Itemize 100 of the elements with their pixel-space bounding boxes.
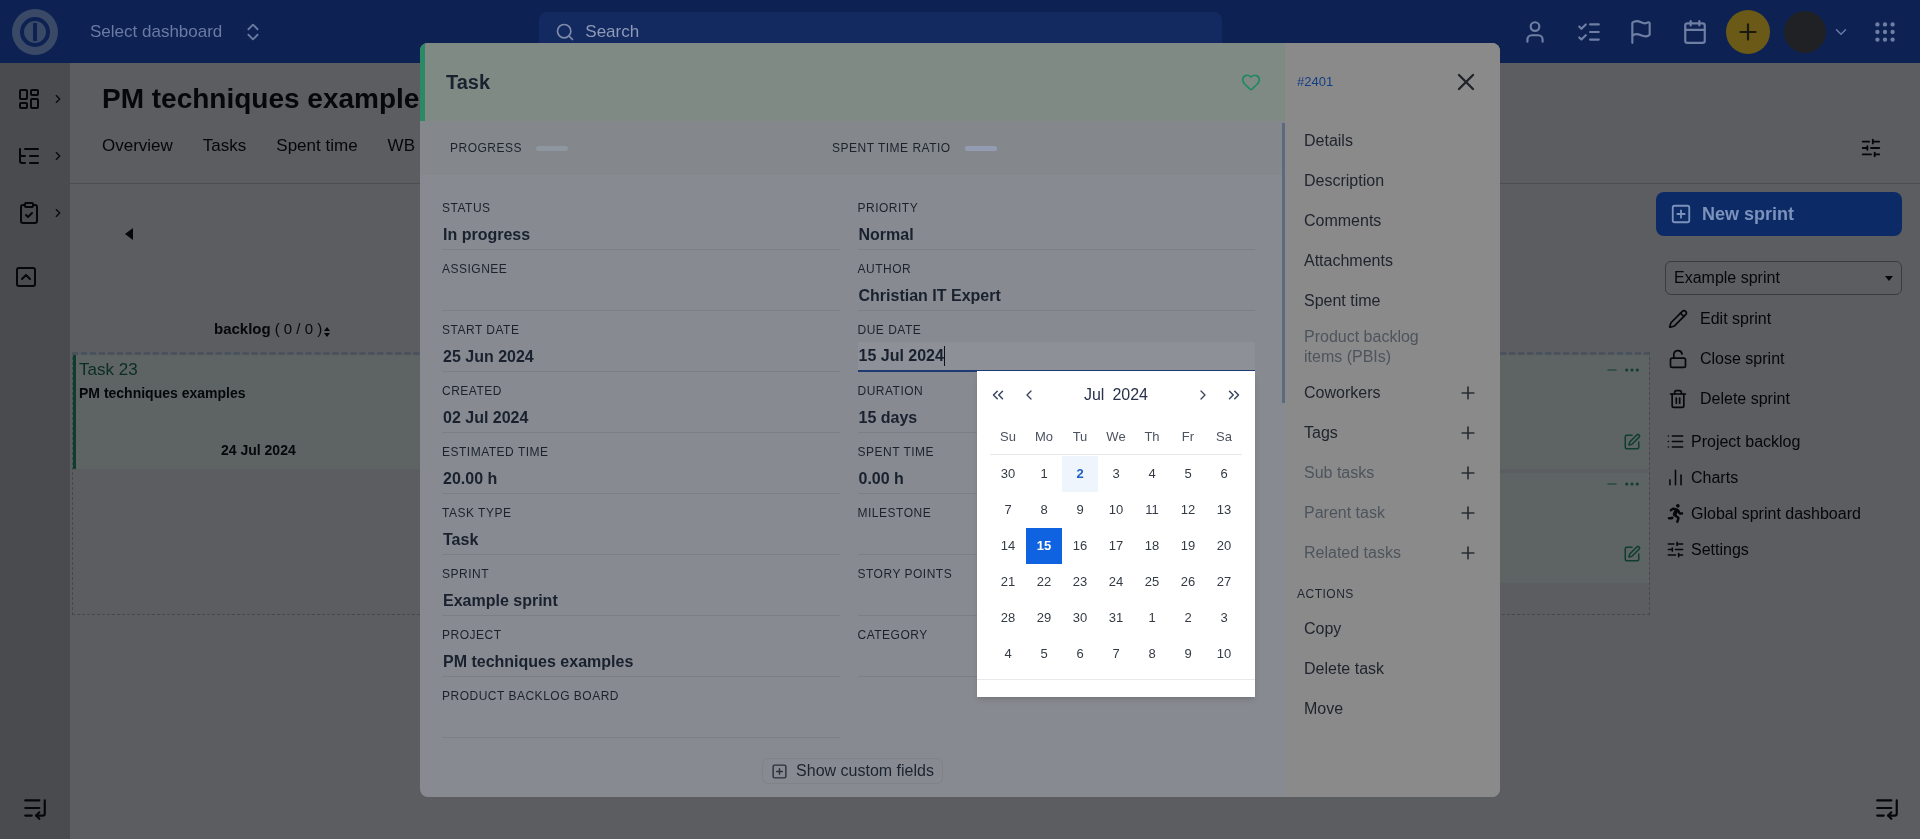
settings-icon[interactable] <box>1860 137 1882 159</box>
calendar-day[interactable]: 17 <box>1098 528 1134 564</box>
calendar-day[interactable]: 4 <box>990 636 1026 672</box>
dashboard-select[interactable]: Select dashboard <box>90 18 265 45</box>
clipboard-check-icon[interactable] <box>17 201 41 225</box>
field-label: TASK TYPE <box>442 506 512 520</box>
dialog-action[interactable]: Copy <box>1304 609 1480 649</box>
progress-label: PROGRESS <box>450 140 522 157</box>
calendar-day[interactable]: 3 <box>1206 600 1242 636</box>
weekday-label: Sa <box>1215 427 1233 446</box>
calendar-day[interactable]: 3 <box>1098 456 1134 492</box>
calendar-day[interactable]: 14 <box>990 528 1026 564</box>
field-value[interactable]: Christian IT Expert <box>857 281 1255 311</box>
year-label[interactable]: 2024 <box>1112 383 1148 407</box>
plus-square-icon <box>1670 203 1692 225</box>
calendar-day[interactable]: 8 <box>1134 636 1170 672</box>
flag-icon[interactable] <box>1628 18 1654 45</box>
calendar-day[interactable]: 23 <box>1062 564 1098 600</box>
field-value[interactable]: Normal <box>857 220 1255 250</box>
list-icon <box>1666 432 1685 451</box>
field-value[interactable]: PM techniques examples <box>442 647 840 677</box>
calendar-day[interactable]: 8 <box>1026 492 1062 528</box>
field-value[interactable]: 20.00 h <box>442 464 840 494</box>
field-value[interactable]: 25 Jun 2024 <box>442 342 840 372</box>
dialog-menu-item[interactable]: Spent time <box>1304 281 1480 321</box>
scrollbar[interactable] <box>1282 123 1285 403</box>
triangle-left-icon[interactable] <box>125 228 133 240</box>
caret-icon <box>1885 275 1893 281</box>
calendar-day[interactable]: 28 <box>990 600 1026 636</box>
calendar-day[interactable]: 30 <box>990 456 1026 492</box>
field-label: CATEGORY <box>857 628 928 642</box>
field-label: PROJECT <box>442 628 502 642</box>
field-value[interactable]: 15 Jul 2024 <box>857 342 1255 372</box>
calendar-day[interactable]: 2 <box>1170 600 1206 636</box>
calendar-day[interactable]: 21 <box>990 564 1026 600</box>
calendar-day[interactable]: 27 <box>1206 564 1242 600</box>
calendar-day[interactable]: 22 <box>1026 564 1062 600</box>
calendar-day[interactable]: 25 <box>1134 564 1170 600</box>
field-label: PRODUCT BACKLOG BOARD <box>442 689 619 703</box>
calendar-day[interactable]: 6 <box>1062 636 1098 672</box>
calendar-day[interactable]: 9 <box>1170 636 1206 672</box>
calendar-day[interactable]: 15 <box>1026 528 1062 564</box>
calendar-day[interactable]: 30 <box>1062 600 1098 636</box>
calendar-day[interactable]: 29 <box>1026 600 1062 636</box>
field-label: ASSIGNEE <box>442 262 508 276</box>
field-value[interactable]: Example sprint <box>442 586 840 616</box>
calendar-day[interactable]: 1 <box>1134 600 1170 636</box>
calendar-day[interactable]: 24 <box>1098 564 1134 600</box>
dialog-menu-item[interactable]: Coworkers <box>1304 373 1480 413</box>
logo-icon[interactable] <box>12 8 58 55</box>
field-label: START DATE <box>442 323 520 337</box>
dashboard-icon[interactable] <box>17 87 41 111</box>
dialog-menu-item[interactable]: Description <box>1304 161 1480 201</box>
calendar-day[interactable]: 18 <box>1134 528 1170 564</box>
calendar-day[interactable]: 13 <box>1206 492 1242 528</box>
calendar-day[interactable]: 31 <box>1098 600 1134 636</box>
calendar-icon[interactable] <box>1682 18 1708 45</box>
field-label: MILESTONE <box>857 506 932 520</box>
collapse-square-icon[interactable] <box>14 265 38 289</box>
field-label: DUE DATE <box>857 323 922 337</box>
calendar-day[interactable]: 5 <box>1026 636 1062 672</box>
field-label: STORY POINTS <box>857 567 953 581</box>
field-value[interactable]: 02 Jul 2024 <box>442 403 840 433</box>
dialog-action[interactable]: Move <box>1304 689 1480 729</box>
calendar-day[interactable]: 26 <box>1170 564 1206 600</box>
weekday-label: Mo <box>1033 427 1055 446</box>
search-icon <box>555 21 576 42</box>
sort-icon[interactable] <box>324 326 331 338</box>
weekday-label: We <box>1105 427 1127 446</box>
calendar-day[interactable]: 7 <box>990 492 1026 528</box>
calendar-day[interactable]: 5 <box>1170 456 1206 492</box>
calendar-day[interactable]: 10 <box>1206 636 1242 672</box>
calendar-day[interactable]: 4 <box>1134 456 1170 492</box>
dialog-menu-item[interactable]: Details <box>1304 121 1480 161</box>
calendar-day[interactable]: 10 <box>1098 492 1134 528</box>
calendar-day[interactable]: 11 <box>1134 492 1170 528</box>
calendar-day[interactable]: 19 <box>1170 528 1206 564</box>
dialog-menu-item[interactable]: Comments <box>1304 201 1480 241</box>
calendar-day[interactable]: 1 <box>1026 456 1062 492</box>
field-value[interactable]: Task <box>442 525 840 555</box>
edit-icon[interactable] <box>1623 433 1641 451</box>
calendar-day[interactable]: 9 <box>1062 492 1098 528</box>
calendar-day[interactable]: 20 <box>1206 528 1242 564</box>
calendar-day[interactable]: 16 <box>1062 528 1098 564</box>
calendar-day[interactable]: 12 <box>1170 492 1206 528</box>
weekday-label: Tu <box>1071 427 1089 446</box>
new-sprint-button[interactable]: New sprint <box>1656 192 1902 236</box>
calendar-day[interactable]: 6 <box>1206 456 1242 492</box>
field-label: DURATION <box>857 384 924 398</box>
settings-icon <box>1666 540 1685 559</box>
edit-icon[interactable] <box>1623 545 1641 563</box>
dialog-menu-item[interactable]: Attachments <box>1304 241 1480 281</box>
dialog-menu-item[interactable]: Tags <box>1304 413 1480 453</box>
field-value[interactable]: In progress <box>442 220 840 250</box>
month-label[interactable]: Jul <box>1083 383 1105 407</box>
add-button[interactable] <box>1726 9 1770 54</box>
show-custom-fields-button[interactable]: Show custom fields <box>762 758 943 784</box>
calendar-day[interactable]: 7 <box>1098 636 1134 672</box>
calendar-day[interactable]: 2 <box>1062 456 1098 492</box>
dialog-action[interactable]: Delete task <box>1304 649 1480 689</box>
